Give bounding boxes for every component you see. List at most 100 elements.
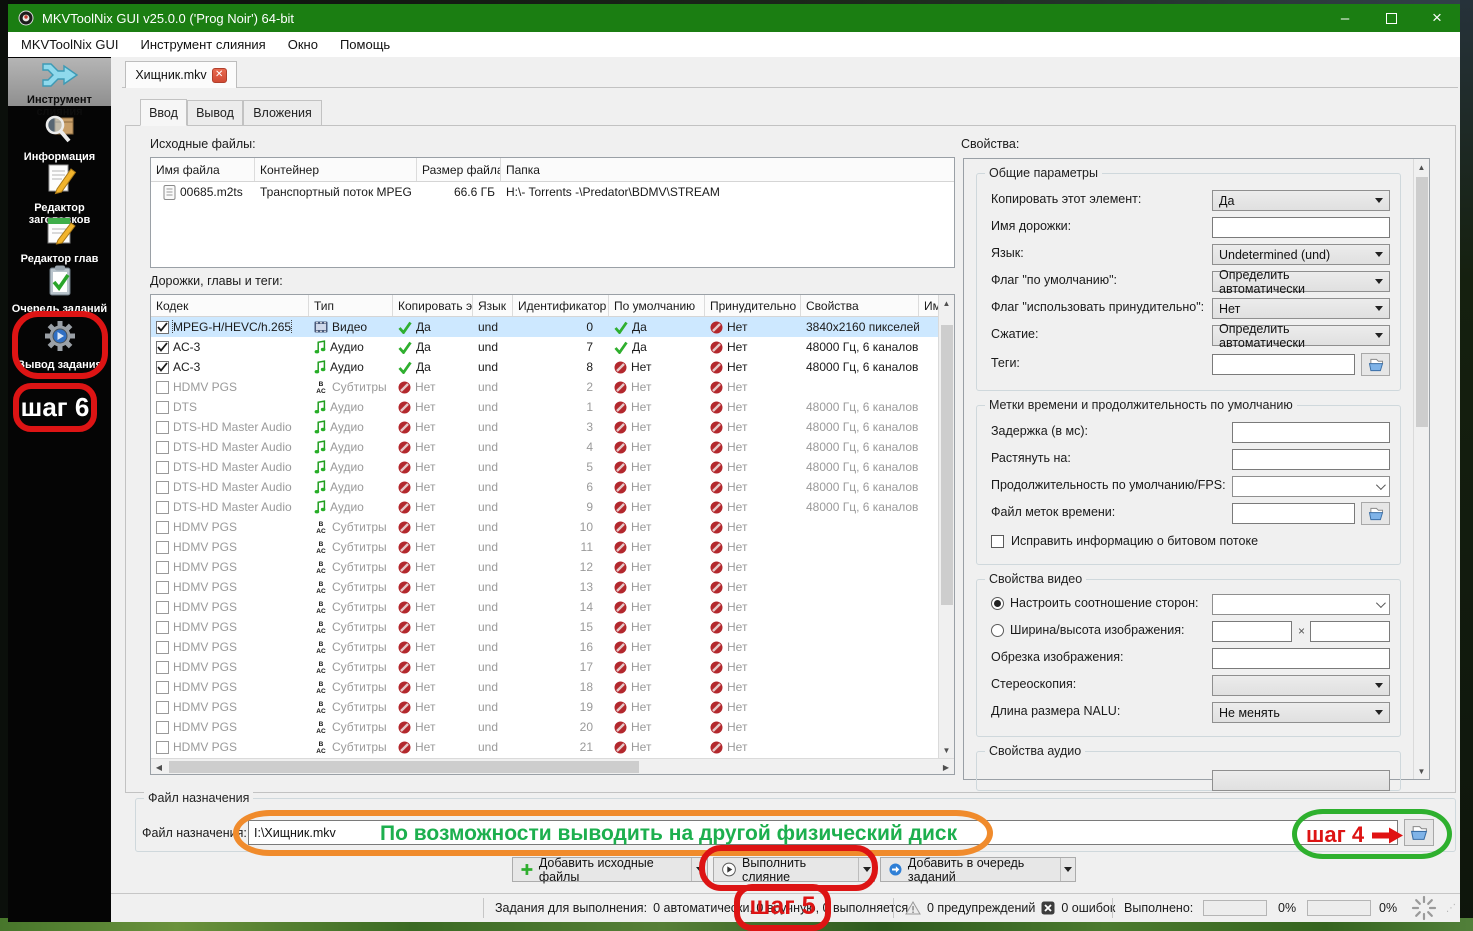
add-to-job-queue-dropdown[interactable]	[1060, 858, 1075, 881]
scroll-right-icon[interactable]: ▶	[938, 759, 954, 775]
source-files-table[interactable]: Имя файла Контейнер Размер файла Папка 0…	[150, 157, 955, 268]
track-row[interactable]: HDMV PGSBACСубтитрыНетund18НетНет	[151, 677, 938, 697]
col-codec[interactable]: Кодек	[151, 295, 309, 316]
col-file-size[interactable]: Размер файла	[417, 158, 501, 181]
audio-dropdown-partial[interactable]	[1212, 770, 1390, 791]
menu-window[interactable]: Окно	[277, 32, 329, 57]
tab-file[interactable]: Хищник.mkv ✕	[125, 61, 237, 88]
scroll-up-icon[interactable]: ▲	[1414, 159, 1429, 175]
menu-help[interactable]: Помощь	[329, 32, 401, 57]
col-default[interactable]: По умолчанию	[609, 295, 705, 316]
timestamps-file-input[interactable]	[1232, 503, 1355, 524]
destination-browse-button[interactable]	[1404, 819, 1434, 846]
track-checkbox[interactable]	[156, 401, 169, 414]
maximize-button[interactable]	[1368, 4, 1414, 32]
track-checkbox[interactable]	[156, 661, 169, 674]
cropping-input[interactable]	[1212, 648, 1390, 669]
track-row[interactable]: DTS-HD Master AudioАудиоНетund6НетНет480…	[151, 477, 938, 497]
add-to-job-queue-button[interactable]: Добавить в очередь заданий	[880, 857, 1076, 882]
add-source-files-button[interactable]: Добавить исходные файлы	[512, 857, 708, 882]
source-file-row[interactable]: 00685.m2ts Транспортный поток MPEG 66.6 …	[151, 182, 954, 202]
properties-scroll-thumb[interactable]	[1416, 177, 1428, 427]
aspect-ratio-radio[interactable]	[991, 597, 1004, 610]
tags-input[interactable]	[1212, 354, 1355, 375]
track-checkbox[interactable]	[156, 701, 169, 714]
track-checkbox[interactable]	[156, 481, 169, 494]
track-row[interactable]: HDMV PGSBACСубтитрыНетund16НетНет	[151, 637, 938, 657]
track-row[interactable]: HDMV PGSBACСубтитрыНетund14НетНет	[151, 597, 938, 617]
sidebar-item-chapter-editor[interactable]: Редактор глав	[8, 213, 111, 265]
track-row[interactable]: HDMV PGSBACСубтитрыНетund21НетНет	[151, 737, 938, 757]
track-checkbox[interactable]	[156, 361, 169, 374]
sidebar-item-job-queue[interactable]: Очередь заданий	[8, 263, 111, 315]
fix-bitstream-checkbox[interactable]	[991, 535, 1004, 548]
tracks-vertical-scrollbar[interactable]: ▲ ▼	[938, 295, 954, 758]
track-checkbox[interactable]	[156, 641, 169, 654]
track-row[interactable]: DTS-HD Master AudioАудиоНетund4НетНет480…	[151, 437, 938, 457]
track-row[interactable]: DTSАудиоНетund1НетНет48000 Гц, 6 каналов	[151, 397, 938, 417]
track-checkbox[interactable]	[156, 561, 169, 574]
scroll-left-icon[interactable]: ◀	[151, 759, 167, 775]
track-checkbox[interactable]	[156, 541, 169, 554]
track-checkbox[interactable]	[156, 601, 169, 614]
default-duration-combo[interactable]	[1232, 476, 1390, 497]
track-row[interactable]: AC-3АудиоДаund8НетНет48000 Гц, 6 каналов	[151, 357, 938, 377]
track-row[interactable]: AC-3АудиоДаund7ДаНет48000 Гц, 6 каналов	[151, 337, 938, 357]
language-dropdown[interactable]: Undetermined (und)	[1212, 244, 1390, 265]
dimensions-radio[interactable]	[991, 624, 1004, 637]
col-folder[interactable]: Папка	[501, 158, 954, 181]
track-checkbox[interactable]	[156, 441, 169, 454]
aspect-ratio-combo[interactable]	[1212, 594, 1390, 615]
track-checkbox[interactable]	[156, 581, 169, 594]
tracks-horizontal-scrollbar[interactable]: ◀ ▶	[151, 758, 954, 775]
scroll-up-icon[interactable]: ▲	[939, 295, 954, 311]
track-row[interactable]: HDMV PGSBACСубтитрыНетund13НетНет	[151, 577, 938, 597]
tab-input[interactable]: Ввод	[140, 99, 187, 126]
properties-scrollbar[interactable]: ▲ ▼	[1413, 159, 1429, 779]
tracks-vscroll-thumb[interactable]	[941, 325, 953, 605]
stereoscopy-dropdown[interactable]	[1212, 675, 1390, 696]
col-file-name[interactable]: Имя файла	[151, 158, 255, 181]
height-input[interactable]	[1310, 621, 1390, 642]
track-row[interactable]: HDMV PGSBACСубтитрыНетund17НетНет	[151, 657, 938, 677]
scroll-down-icon[interactable]: ▼	[1414, 763, 1429, 779]
col-container[interactable]: Контейнер	[255, 158, 417, 181]
track-checkbox[interactable]	[156, 421, 169, 434]
compression-dropdown[interactable]: Определить автоматически	[1212, 325, 1390, 346]
start-muxing-dropdown[interactable]	[858, 858, 874, 881]
col-copy[interactable]: Копировать э	[393, 295, 473, 316]
track-checkbox[interactable]	[156, 681, 169, 694]
minimize-button[interactable]: –	[1322, 4, 1368, 32]
tab-output[interactable]: Вывод	[187, 100, 243, 126]
track-row[interactable]: HDMV PGSBACСубтитрыНетund11НетНет	[151, 537, 938, 557]
track-row[interactable]: HDMV PGSBACСубтитрыНетund15НетНет	[151, 617, 938, 637]
sidebar-item-info[interactable]: Информация	[8, 111, 111, 163]
forced-flag-dropdown[interactable]: Нет	[1212, 298, 1390, 319]
track-row[interactable]: HDMV PGSBACСубтитрыНетund12НетНет	[151, 557, 938, 577]
tab-close-icon[interactable]: ✕	[212, 68, 227, 83]
track-checkbox[interactable]	[156, 721, 169, 734]
track-row[interactable]: HDMV PGSBACСубтитрыНетund19НетНет	[151, 697, 938, 717]
track-checkbox[interactable]	[156, 521, 169, 534]
tags-browse-button[interactable]	[1361, 353, 1390, 376]
menu-mkvtoolnix-gui[interactable]: MKVToolNix GUI	[10, 32, 130, 57]
stretch-input[interactable]	[1232, 449, 1390, 470]
col-type[interactable]: Тип	[309, 295, 393, 316]
track-checkbox[interactable]	[156, 321, 169, 334]
track-checkbox[interactable]	[156, 461, 169, 474]
resize-grip[interactable]: ⋰	[1446, 894, 1456, 922]
track-checkbox[interactable]	[156, 381, 169, 394]
track-row[interactable]: DTS-HD Master AudioАудиоНетund9НетНет480…	[151, 497, 938, 517]
menu-merge-tool[interactable]: Инструмент слияния	[130, 32, 277, 57]
delay-input[interactable]	[1232, 422, 1390, 443]
width-input[interactable]	[1212, 621, 1292, 642]
tracks-table[interactable]: Кодек Тип Копировать э Язык Идентификато…	[150, 294, 955, 775]
add-source-files-dropdown[interactable]	[691, 858, 707, 881]
track-row[interactable]: MPEG-H/HEVC/h.265ВидеоДаund0ДаНет3840x21…	[151, 317, 938, 337]
nalu-dropdown[interactable]: Не менять	[1212, 702, 1390, 723]
col-name-truncated[interactable]: Им	[919, 295, 938, 316]
col-forced[interactable]: Принудительно	[705, 295, 801, 316]
track-checkbox[interactable]	[156, 341, 169, 354]
tab-attachments[interactable]: Вложения	[243, 100, 322, 126]
track-row[interactable]: HDMV PGSBACСубтитрыНетund20НетНет	[151, 717, 938, 737]
